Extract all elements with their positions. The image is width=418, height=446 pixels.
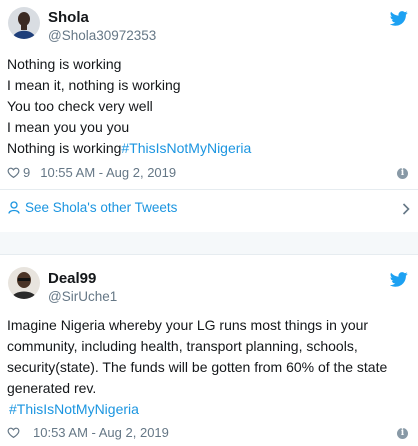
timestamp[interactable]: 10:53 AM - Aug 2, 2019	[33, 425, 169, 440]
avatar-shola[interactable]	[8, 7, 40, 39]
tweet-card-shola[interactable]: Shola @Shola30972353 Nothing is working …	[0, 0, 418, 233]
avatar-deal99[interactable]	[8, 267, 40, 299]
heart-icon[interactable]	[7, 166, 20, 179]
tweet-meta: 10:53 AM - Aug 2, 2019	[7, 425, 169, 440]
see-other-tweets-link[interactable]: See Shola's other Tweets	[8, 200, 177, 215]
tweet-line: Nothing is working	[7, 56, 122, 72]
tweet-line: Nothing is working#ThisIsNotMyNigeria	[7, 138, 407, 159]
tweet-separator	[0, 232, 418, 255]
hashtag-link[interactable]: #ThisIsNotMyNigeria	[9, 401, 139, 417]
tweet-meta: 9 10:55 AM - Aug 2, 2019	[7, 165, 176, 180]
divider	[0, 189, 418, 190]
see-other-tweets-label[interactable]: See Shola's other Tweets	[25, 200, 177, 215]
author-handle[interactable]: @Shola30972353	[48, 28, 156, 43]
twitter-bird-icon[interactable]	[390, 11, 408, 26]
person-icon	[8, 201, 20, 214]
timestamp[interactable]: 10:55 AM - Aug 2, 2019	[40, 165, 176, 180]
author-name[interactable]: Shola	[48, 9, 89, 26]
tweet-line: I mean you you you	[7, 119, 130, 135]
chevron-right-icon[interactable]	[402, 203, 410, 215]
info-icon[interactable]: i	[397, 168, 408, 179]
tweet-line-text: Nothing is working	[7, 140, 122, 156]
tweet-line: I mean it, nothing is working	[7, 77, 181, 93]
heart-icon[interactable]	[7, 426, 20, 439]
author-handle[interactable]: @SirUche1	[48, 289, 117, 304]
tweet-body: Imagine Nigeria whereby your LG runs mos…	[7, 317, 388, 396]
twitter-bird-icon[interactable]	[390, 272, 408, 287]
tweet-line: You too check very well	[7, 98, 153, 114]
hashtag-link[interactable]: #ThisIsNotMyNigeria	[121, 140, 251, 156]
tweet-text: Imagine Nigeria whereby your LG runs mos…	[7, 315, 402, 420]
info-icon[interactable]: i	[397, 428, 408, 439]
like-count[interactable]: 9	[23, 165, 30, 180]
tweet-text: Nothing is working I mean it, nothing is…	[7, 54, 407, 159]
author-name[interactable]: Deal99	[48, 270, 96, 287]
